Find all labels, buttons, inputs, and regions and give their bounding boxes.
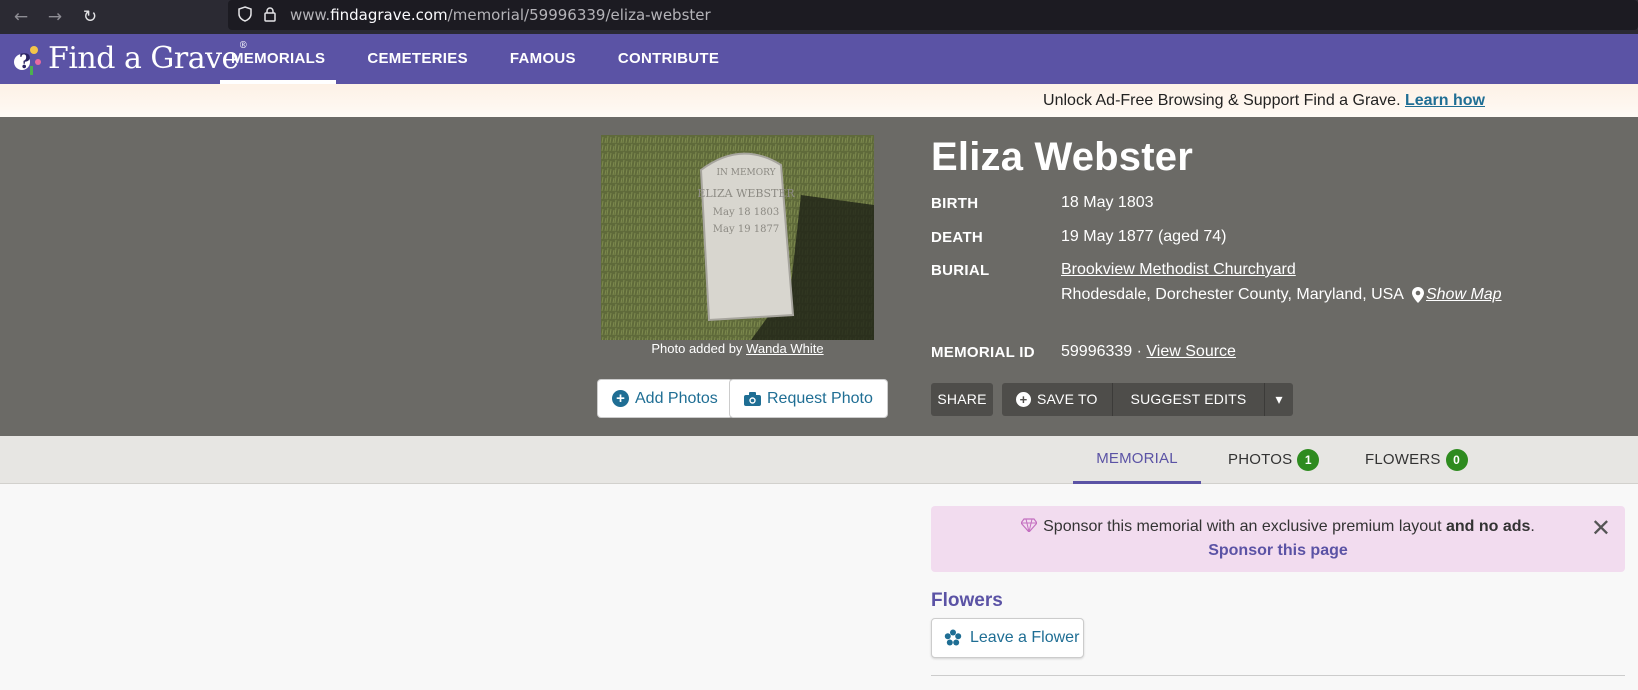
photos-count-badge: 1 [1297,449,1320,471]
url-host: findagrave.com [330,6,448,24]
death-label: DEATH [931,229,984,246]
sponsor-text-main: Sponsor this memorial with an exclusive … [1043,518,1442,535]
location-text: Rhodesdale, Dorchester County, Maryland,… [1061,286,1404,303]
death-date: 19 May 1877 (aged 74) [1061,228,1227,245]
stone-line-1: IN MEMORY [716,168,776,178]
sponsor-text-bold: and no ads [1445,518,1531,535]
promo-text: Unlock Ad-Free Browsing & Support Find a… [1043,92,1401,109]
lock-icon[interactable] [262,6,278,22]
memorial-id: 59996339 · View Source [1061,343,1236,361]
memorial-id-separator: · [1136,343,1142,360]
nav-famous[interactable]: FAMOUS [499,34,587,84]
more-actions-dropdown[interactable]: ▾ [1265,383,1293,416]
logo-mark-icon: ? [14,46,41,75]
suggest-edits-button[interactable]: SUGGEST EDITS [1112,383,1266,416]
flower-icon [944,629,962,646]
memorial-tabs: MEMORIAL PHOTOS 1 FLOWERS 0 [0,436,1638,484]
logo-wordmark: Find a Grave [48,40,239,76]
photo-author-link[interactable]: Wanda White [746,341,824,356]
svg-text:?: ? [19,49,31,73]
learn-how-link[interactable]: Learn how [1405,92,1485,109]
memorial-id-value: 59996339 [1061,343,1133,360]
logo-text: Find a Grave® [48,40,248,76]
stone-line-3: May 18 1803 [713,207,779,218]
shield-icon[interactable] [237,6,253,22]
sponsor-text: Sponsor this memorial with an exclusive … [931,518,1625,536]
url-text[interactable]: www.findagrave.com/memorial/59996339/eli… [290,6,711,24]
main-nav: MEMORIALS CEMETERIES FAMOUS CONTRIBUTE [220,34,750,84]
cemetery-link[interactable]: Brookview Methodist Churchyard [1061,261,1296,278]
save-to-button[interactable]: + SAVE TO [1002,383,1113,416]
camera-icon [744,391,761,406]
burial-location: Rhodesdale, Dorchester County, Maryland,… [1061,286,1502,304]
url-path: /memorial/59996339/eliza-webster [447,6,711,24]
memorial-actions-group: + SAVE TO SUGGEST EDITS ▾ [1002,383,1293,416]
birth-label: BIRTH [931,195,979,212]
nav-cemeteries[interactable]: CEMETERIES [356,34,479,84]
flowers-count-badge: 0 [1445,449,1468,471]
plus-circle-icon: + [612,390,629,407]
save-to-label: SAVE TO [1037,391,1098,407]
browser-toolbar: ← → ↻ www.findagrave.com/memorial/599963… [0,0,1638,34]
ad-free-banner: Unlock Ad-Free Browsing & Support Find a… [0,84,1638,117]
nav-contribute[interactable]: CONTRIBUTE [607,34,730,84]
request-photo-label: Request Photo [767,390,873,407]
request-photo-button[interactable]: Request Photo [729,379,888,418]
memorial-name: Eliza Webster [931,135,1193,179]
share-button[interactable]: SHARE [931,383,993,416]
tab-photos[interactable]: PHOTOS 1 [1228,436,1320,484]
forward-arrow-icon[interactable]: → [43,5,67,29]
section-divider [931,675,1625,676]
tab-memorial[interactable]: MEMORIAL [1073,436,1201,484]
add-photos-label: Add Photos [635,390,718,407]
diamond-icon [1020,518,1038,533]
plus-circle-icon: + [1016,392,1031,407]
memorial-id-label: MEMORIAL ID [931,344,1035,361]
reload-icon[interactable]: ↻ [78,5,102,29]
sponsor-page-link[interactable]: Sponsor this page [931,542,1625,560]
headstone-photo[interactable]: IN MEMORY ELIZA WEBSTER May 18 1803 May … [601,135,874,340]
add-photos-button[interactable]: + Add Photos [597,379,733,418]
burial-cemetery: Brookview Methodist Churchyard [1061,261,1296,279]
birth-date: 18 May 1803 [1061,194,1154,211]
close-icon[interactable]: ✕ [1591,516,1611,540]
back-arrow-icon[interactable]: ← [9,5,33,29]
nav-memorials[interactable]: MEMORIALS [220,34,337,84]
address-bar[interactable]: www.findagrave.com/memorial/59996339/eli… [228,0,1638,30]
photo-caption: Photo added by Wanda White [601,341,874,356]
leave-flower-label: Leave a Flower [970,629,1080,646]
burial-label: BURIAL [931,262,990,279]
memorial-hero: IN MEMORY ELIZA WEBSTER May 18 1803 May … [0,117,1638,436]
tab-photos-label: PHOTOS [1228,451,1293,468]
sponsor-banner: Sponsor this memorial with an exclusive … [931,506,1625,572]
find-a-grave-logo[interactable]: ? Find a Grave® [10,38,248,78]
show-map-link[interactable]: Show Map [1426,286,1502,304]
map-pin-icon [1411,287,1424,303]
sponsor-text-period: . [1530,518,1535,535]
tab-flowers-label: FLOWERS [1365,451,1441,468]
stone-line-4: May 19 1877 [713,224,779,235]
flowers-heading: Flowers [931,590,1003,611]
chevron-down-icon: ▾ [1275,391,1283,407]
photo-caption-prefix: Photo added by [651,341,743,356]
site-header: ? Find a Grave® MEMORIALS CEMETERIES FAM… [0,34,1638,84]
stone-line-2: ELIZA WEBSTER [697,187,795,200]
leave-flower-button[interactable]: Leave a Flower [931,618,1084,658]
tab-flowers[interactable]: FLOWERS 0 [1365,436,1468,484]
view-source-link[interactable]: View Source [1146,343,1236,360]
url-prefix: www. [290,6,331,24]
